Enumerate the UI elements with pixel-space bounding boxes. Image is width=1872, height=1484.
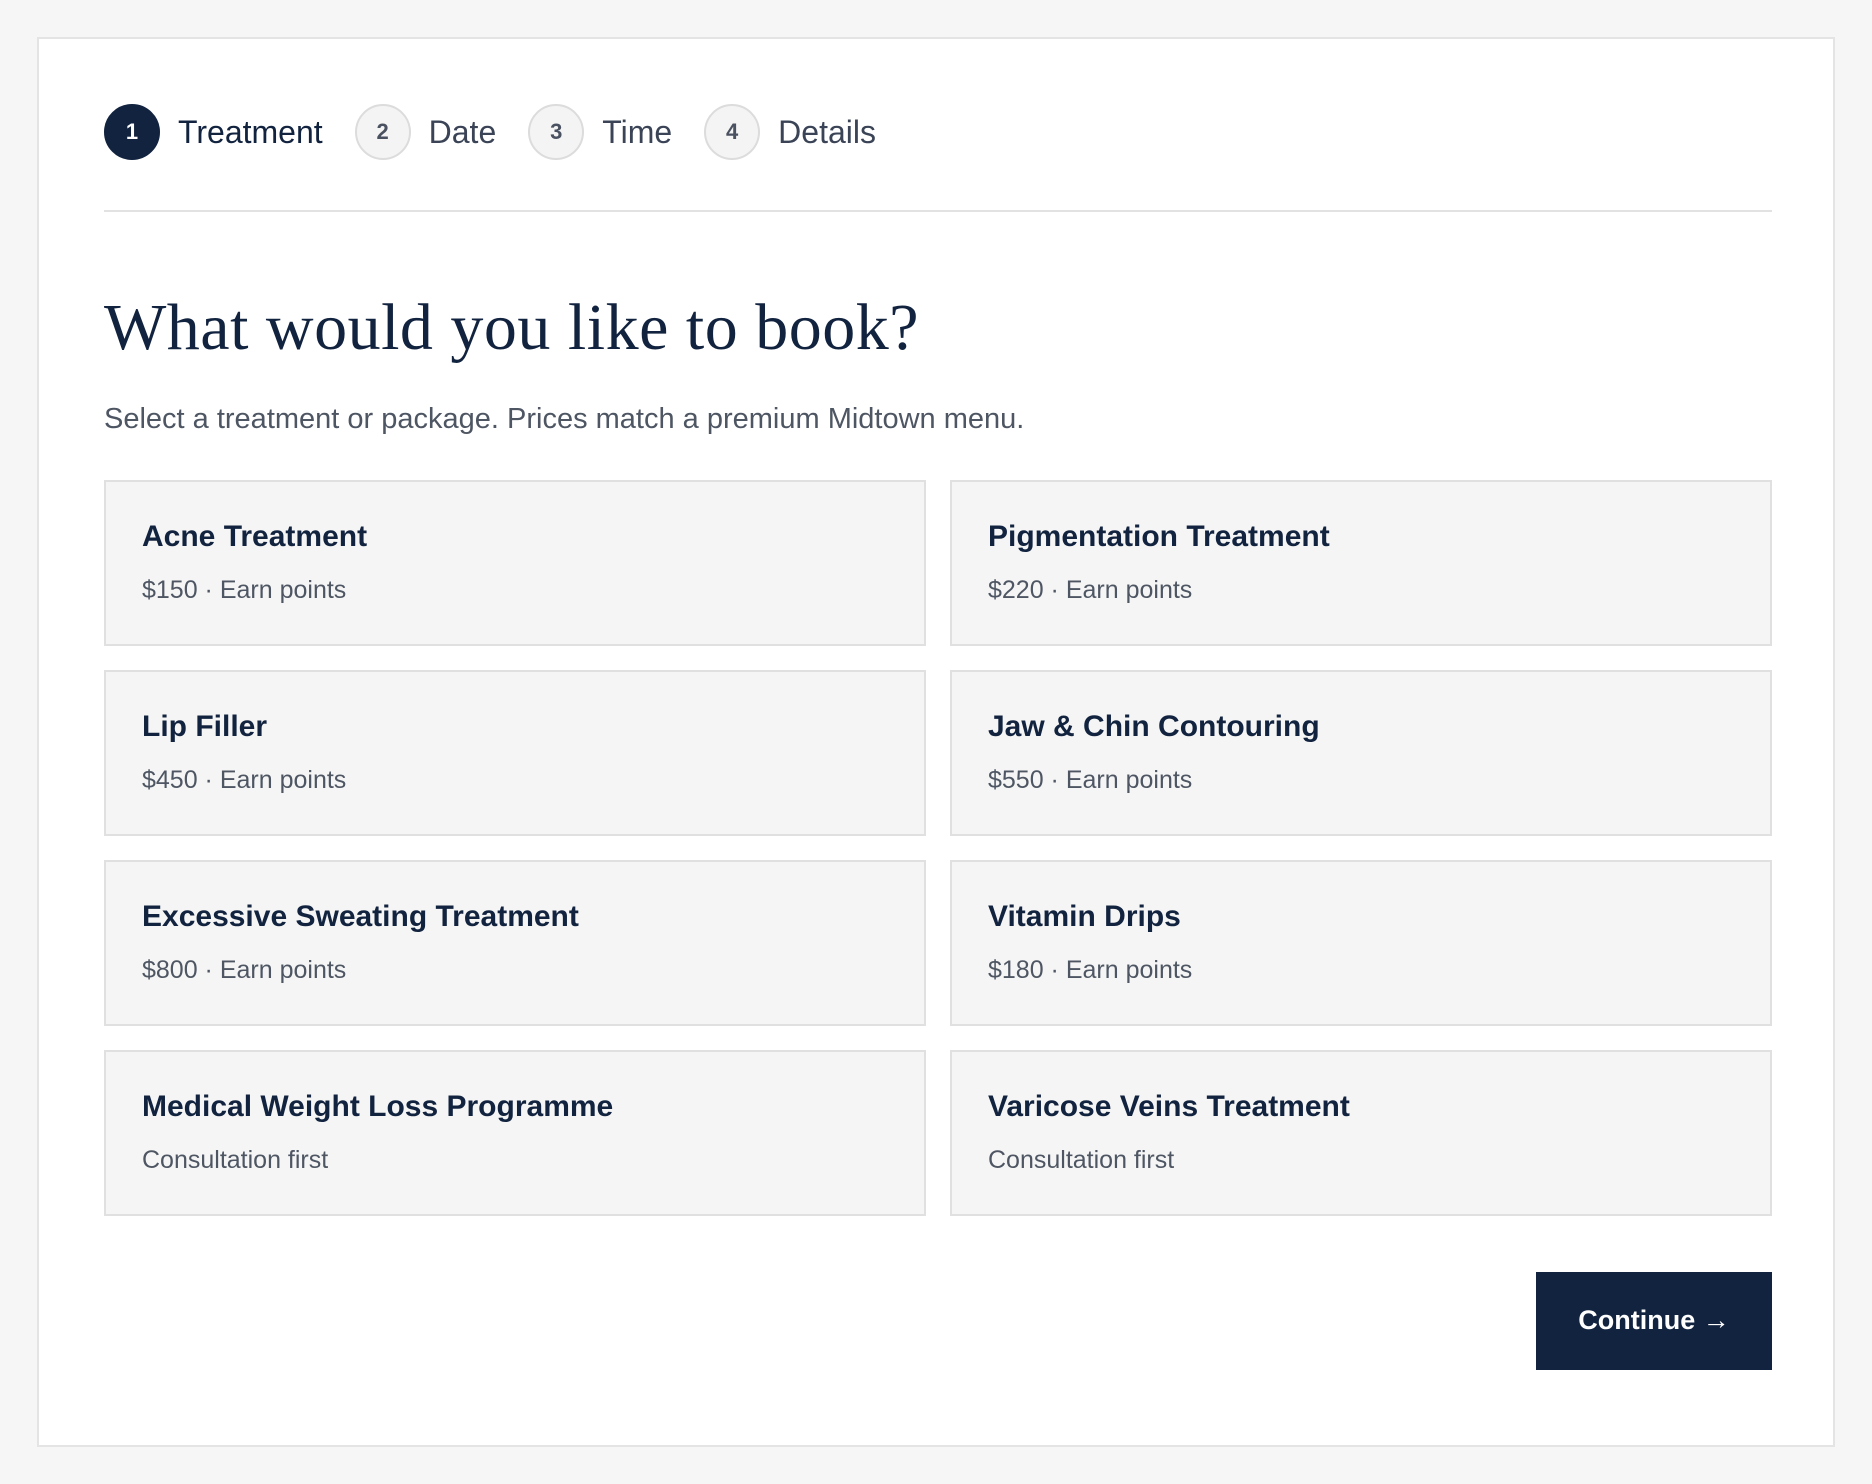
page-title: What would you like to book? [104, 291, 920, 364]
treatment-option-weight-loss[interactable]: Medical Weight Loss Programme Consultati… [104, 1049, 926, 1216]
treatment-price: $800 · Earn points [142, 955, 347, 984]
treatment-name: Lip Filler [142, 709, 268, 743]
step-date[interactable]: 2 Date [354, 104, 497, 160]
step-label: Date [428, 113, 497, 150]
booking-card: 1 Treatment 2 Date 3 Time 4 Details What… [37, 37, 1835, 1447]
step-treatment[interactable]: 1 Treatment [104, 104, 323, 160]
booking-content: 1 Treatment 2 Date 3 Time 4 Details What… [104, 104, 1772, 1370]
treatment-price: Consultation first [142, 1145, 329, 1174]
treatment-price: $150 · Earn points [142, 575, 347, 604]
step-number: 4 [704, 104, 761, 160]
treatment-name: Jaw & Chin Contouring [988, 709, 1320, 743]
treatment-price: $220 · Earn points [988, 575, 1193, 604]
treatment-price: Consultation first [988, 1145, 1175, 1174]
treatment-option-sweating[interactable]: Excessive Sweating Treatment $800 · Earn… [104, 859, 926, 1026]
treatment-grid: Acne Treatment $150 · Earn points Pigmen… [104, 479, 1772, 1216]
step-time[interactable]: 3 Time [528, 104, 672, 160]
treatment-option-jaw-chin[interactable]: Jaw & Chin Contouring $550 · Earn points [950, 669, 1772, 836]
step-number: 1 [104, 104, 160, 160]
treatment-name: Varicose Veins Treatment [988, 1089, 1350, 1123]
treatment-name: Excessive Sweating Treatment [142, 899, 579, 933]
footer: Continue → [104, 1271, 1772, 1370]
step-label: Details [778, 113, 876, 150]
treatment-option-varicose-veins[interactable]: Varicose Veins Treatment Consultation fi… [950, 1049, 1772, 1216]
treatment-option-lip-filler[interactable]: Lip Filler $450 · Earn points [104, 669, 926, 836]
treatment-price: $180 · Earn points [988, 955, 1193, 984]
treatment-option-acne[interactable]: Acne Treatment $150 · Earn points [104, 479, 926, 646]
treatment-option-pigmentation[interactable]: Pigmentation Treatment $220 · Earn point… [950, 479, 1772, 646]
continue-button[interactable]: Continue → [1536, 1271, 1772, 1370]
page-subtitle: Select a treatment or package. Prices ma… [104, 402, 1025, 435]
treatment-name: Vitamin Drips [988, 899, 1181, 933]
step-label: Treatment [178, 113, 323, 150]
stepper: 1 Treatment 2 Date 3 Time 4 Details [104, 104, 1772, 160]
step-number: 2 [354, 104, 411, 160]
treatment-name: Acne Treatment [142, 519, 368, 553]
step-label: Time [602, 113, 673, 150]
treatment-name: Pigmentation Treatment [988, 519, 1330, 553]
treatment-option-vitamin-drips[interactable]: Vitamin Drips $180 · Earn points [950, 859, 1772, 1026]
divider [104, 210, 1772, 212]
treatment-price: $450 · Earn points [142, 765, 347, 794]
treatment-name: Medical Weight Loss Programme [142, 1089, 614, 1123]
step-details[interactable]: 4 Details [704, 104, 876, 160]
treatment-price: $550 · Earn points [988, 765, 1193, 794]
step-number: 3 [528, 104, 585, 160]
